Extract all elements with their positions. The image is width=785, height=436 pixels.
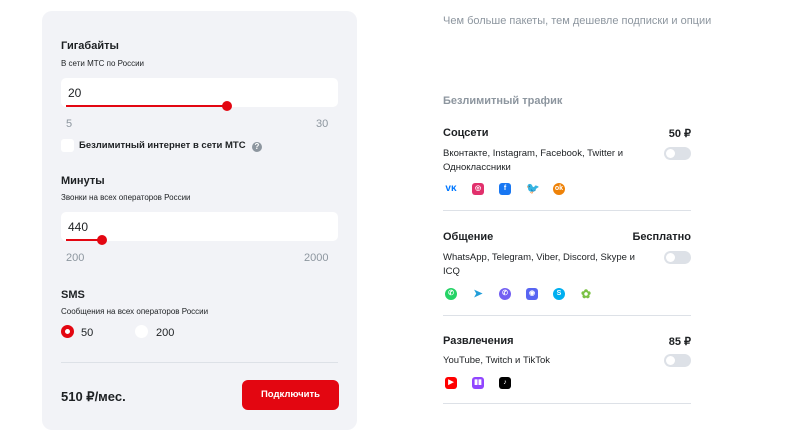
unlimited-internet-label: Безлимитный интернет в сети МТС xyxy=(79,140,246,151)
option-price-social: 50 ₽ xyxy=(668,128,691,140)
sms-radio-200[interactable] xyxy=(135,325,148,338)
sms-subtitle: Сообщения на всех операторов России xyxy=(61,307,209,316)
sms-title: SMS xyxy=(61,289,85,301)
instagram-icon: ◎ xyxy=(472,183,484,195)
option-divider xyxy=(443,315,691,316)
gigabytes-min-label: 5 xyxy=(66,118,73,130)
gigabytes-title: Гигабайты xyxy=(61,40,119,52)
gigabytes-input[interactable]: 20 xyxy=(61,78,338,107)
youtube-icon: ▶ xyxy=(445,377,457,389)
option-title-social: Соцсети xyxy=(443,127,489,139)
vk-icon: ᴠᴋ xyxy=(445,183,457,194)
option-title-entertainment: Развлечения xyxy=(443,335,514,347)
sms-option-label: 50 xyxy=(81,327,94,339)
option-price-entertainment: 85 ₽ xyxy=(668,336,691,348)
toggle-messaging[interactable] xyxy=(664,251,691,264)
tiktok-icon: ♪ xyxy=(499,377,511,389)
gigabytes-slider-track[interactable] xyxy=(66,105,226,107)
toggle-social[interactable] xyxy=(664,147,691,160)
twitter-icon: 🐦 xyxy=(526,183,540,195)
option-desc-social: Вконтакте, Instagram, Facebook, Twitter … xyxy=(443,148,623,173)
minutes-title: Минуты xyxy=(61,175,105,187)
gigabytes-subtitle: В сети МТС по России xyxy=(61,59,145,68)
gigabytes-max-label: 30 xyxy=(316,118,329,130)
whatsapp-icon: ✆ xyxy=(445,288,457,300)
option-divider xyxy=(443,210,691,211)
telegram-icon: ➤ xyxy=(473,288,483,300)
viber-icon: ✆ xyxy=(499,288,511,300)
sms-option-label: 200 xyxy=(156,327,175,339)
total-price: 510 ₽/мес. xyxy=(61,389,126,404)
discord-icon: ◉ xyxy=(526,288,538,300)
discount-note: Чем больше пакеты, тем дешевле подписки … xyxy=(443,15,712,27)
skype-icon: S xyxy=(553,288,565,300)
gigabytes-value: 20 xyxy=(68,86,82,100)
facebook-icon: f xyxy=(499,183,511,195)
sms-radio-50[interactable] xyxy=(61,325,74,338)
card-divider xyxy=(61,362,338,363)
minutes-value: 440 xyxy=(68,220,89,234)
connect-button[interactable]: Подключить xyxy=(242,380,339,410)
minutes-max-label: 2000 xyxy=(304,252,329,264)
minutes-slider-thumb[interactable] xyxy=(97,235,107,245)
help-icon[interactable]: ? xyxy=(252,142,262,152)
option-divider xyxy=(443,403,691,404)
option-title-messaging: Общение xyxy=(443,231,494,243)
unlimited-traffic-title: Безлимитный трафик xyxy=(443,95,563,107)
icq-icon: ✿ xyxy=(580,287,592,301)
option-desc-messaging: WhatsApp, Telegram, Viber, Discord, Skyp… xyxy=(443,252,635,277)
minutes-min-label: 200 xyxy=(66,252,85,264)
minutes-subtitle: Звонки на всех операторов России xyxy=(61,193,191,202)
option-desc-entertainment: YouTube, Twitch и TikTok xyxy=(443,355,551,366)
odnoklassniki-icon: ok xyxy=(553,183,565,195)
unlimited-internet-checkbox[interactable] xyxy=(61,139,74,152)
toggle-entertainment[interactable] xyxy=(664,354,691,367)
option-price-messaging: Бесплатно xyxy=(632,231,692,243)
twitch-icon: ▮▮ xyxy=(472,377,484,389)
gigabytes-slider-thumb[interactable] xyxy=(222,101,232,111)
